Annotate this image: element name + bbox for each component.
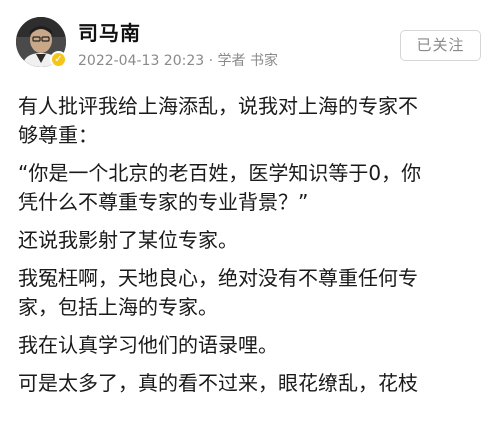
verified-badge-icon: ✓	[50, 51, 67, 68]
paragraph: 可是太多了，真的看不过来，眼花缭乱，花枝	[18, 369, 488, 398]
text-line: 我冤枉啊，天地良心，绝对没有不尊重任何专	[18, 266, 418, 290]
paragraph: 我冤枉啊，天地良心，绝对没有不尊重任何专 家，包括上海的专家。	[18, 264, 488, 322]
text-line: 够尊重：	[18, 123, 98, 147]
paragraph: 有人批评我给上海添乱，说我对上海的专家不 够尊重：	[18, 92, 488, 150]
post-datetime: 2022-04-13 20:23	[78, 53, 205, 69]
text-line: 还说我影射了某位专家。	[18, 228, 238, 252]
post-header: ✓ 司马南 2022-04-13 20:23 · 学者 书家 已关注	[0, 0, 499, 88]
text-line: 有人批评我给上海添乱，说我对上海的专家不	[18, 94, 418, 118]
author-name[interactable]: 司马南	[78, 17, 141, 46]
text-line: “你是一个北京的老百姓，医学知识等于0，你	[18, 161, 422, 185]
text-line: 可是太多了，真的看不过来，眼花缭乱，花枝	[18, 371, 418, 395]
post-meta: 2022-04-13 20:23 · 学者 书家	[78, 50, 278, 70]
paragraph: 还说我影射了某位专家。	[18, 226, 488, 255]
text-line: 凭什么不尊重专家的专业背景？”	[18, 190, 309, 214]
author-tags: 学者 书家	[217, 53, 278, 69]
post-body: 有人批评我给上海添乱，说我对上海的专家不 够尊重： “你是一个北京的老百姓，医学…	[18, 92, 488, 398]
text-line: 家，包括上海的专家。	[18, 295, 218, 319]
text-line: 我在认真学习他们的语录哩。	[18, 333, 278, 357]
paragraph: 我在认真学习他们的语录哩。	[18, 331, 488, 360]
paragraph: “你是一个北京的老百姓，医学知识等于0，你 凭什么不尊重专家的专业背景？”	[18, 159, 488, 217]
meta-separator: ·	[208, 53, 214, 69]
follow-button[interactable]: 已关注	[400, 30, 481, 61]
